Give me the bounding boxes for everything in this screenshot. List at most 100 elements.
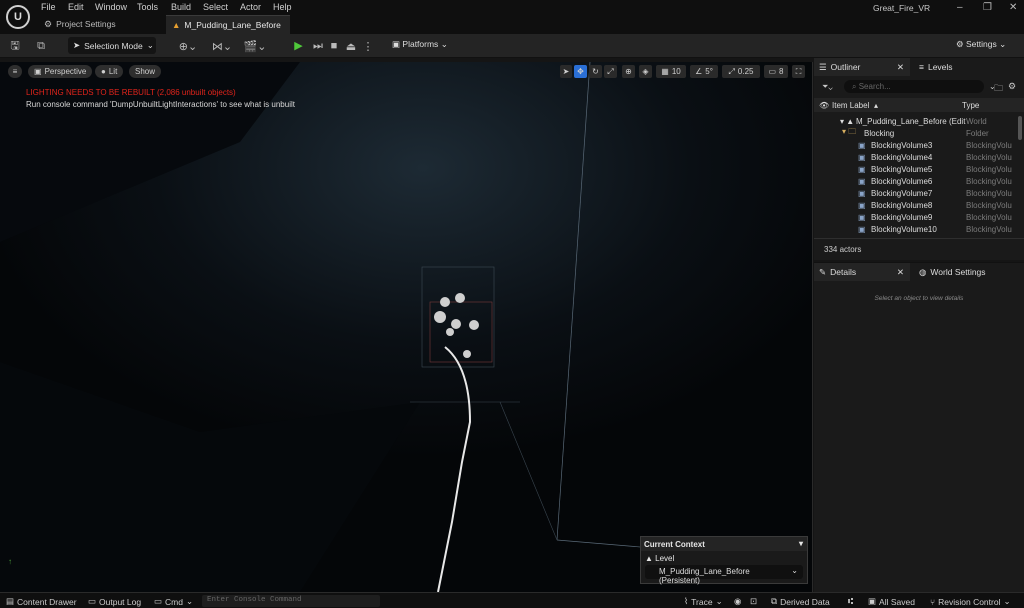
- item-label: BlockingVolume7: [871, 188, 933, 198]
- list-item[interactable]: ▣ BlockingVolume3 BlockingVolu: [814, 139, 1018, 151]
- settings-dropdown[interactable]: ⚙ Settings ⌄: [956, 39, 1006, 50]
- blueprint-icon[interactable]: ⋈⌄: [210, 38, 234, 54]
- chevron-down-icon: ⌄: [999, 39, 1007, 49]
- scale-snap[interactable]: ⤢ 0.25: [722, 65, 760, 78]
- stop-icon[interactable]: ■: [326, 38, 342, 54]
- item-label: M_Pudding_Lane_Before (Edit: [856, 116, 966, 126]
- perspective-button[interactable]: ▣ Perspective: [28, 65, 93, 78]
- menu-file[interactable]: File: [41, 2, 56, 12]
- tab-project-settings[interactable]: ⚙ Project Settings: [44, 16, 116, 32]
- blocking-volume-icon: ▣: [858, 200, 866, 210]
- console-input[interactable]: Enter Console Command: [202, 595, 380, 607]
- rotation-snap[interactable]: ∠ 5°: [690, 65, 718, 78]
- list-item[interactable]: ▣ BlockingVolume9 BlockingVolu: [814, 211, 1018, 223]
- menu-tools[interactable]: Tools: [137, 2, 158, 12]
- add-folder-icon[interactable]: 🗀: [994, 81, 1003, 97]
- scale-tool-icon[interactable]: ⤢: [604, 65, 617, 78]
- close-icon[interactable]: ✕: [897, 267, 904, 278]
- filter-icon[interactable]: ⏷⌄: [822, 82, 833, 92]
- menu-select[interactable]: Select: [203, 2, 228, 12]
- rotate-tool-icon[interactable]: ↻: [589, 65, 602, 78]
- content-browser-icon[interactable]: ⧉: [33, 38, 49, 54]
- selection-mode-dropdown[interactable]: ➤ Selection Mode ⌄: [68, 37, 156, 54]
- record-icon[interactable]: ◉: [734, 596, 741, 607]
- eject-icon[interactable]: ⏏: [343, 38, 359, 54]
- derived-data-button[interactable]: ⧉ Derived Data: [771, 596, 830, 607]
- item-label: BlockingVolume4: [871, 152, 933, 162]
- viewport-menu-icon[interactable]: ≡: [8, 65, 22, 78]
- more-options-icon[interactable]: ⋮: [360, 38, 376, 54]
- menu-actor[interactable]: Actor: [240, 2, 261, 12]
- add-actor-icon[interactable]: ⊕⌄: [176, 38, 200, 54]
- blocking-volume-icon: ▣: [858, 176, 866, 186]
- all-saved-button[interactable]: ▣ All Saved: [868, 596, 915, 607]
- platforms-dropdown[interactable]: ▣ Platforms ⌄: [392, 39, 448, 50]
- blocking-volume-icon: ▣: [858, 224, 866, 234]
- show-button[interactable]: Show: [129, 65, 162, 78]
- outliner-search-input[interactable]: ⌕ Search...: [844, 80, 984, 93]
- menu-edit[interactable]: Edit: [68, 2, 84, 12]
- tab-details[interactable]: ✎ Details ✕: [814, 263, 910, 281]
- context-header[interactable]: Current Context ▾: [641, 537, 807, 551]
- grid-snap[interactable]: ▦ 10: [656, 65, 686, 78]
- revision-control-button[interactable]: ⑂ Revision Control ⌄: [930, 596, 1011, 607]
- sphere-icon: ●: [101, 67, 106, 76]
- list-item[interactable]: ▣ BlockingVolume6 BlockingVolu: [814, 175, 1018, 187]
- context-level-dropdown[interactable]: M_Pudding_Lane_Before (Persistent) ⌄: [645, 565, 803, 585]
- surface-snap-icon[interactable]: ◈: [639, 65, 652, 78]
- close-icon[interactable]: ✕: [1009, 2, 1017, 13]
- globe-icon: ◍: [919, 266, 927, 277]
- list-item[interactable]: ▣ BlockingVolume10 BlockingVolu: [814, 223, 1018, 235]
- outliner-scrollbar[interactable]: [1018, 116, 1022, 140]
- level-viewport[interactable]: ↑ ≡ ▣ Perspective ● Lit Show LIGHTING NE…: [0, 62, 813, 592]
- drawer-icon: ▤: [6, 596, 15, 606]
- select-tool-icon[interactable]: ➤: [560, 65, 572, 78]
- divider: [814, 238, 1024, 239]
- tab-world-settings[interactable]: ◍ World Settings: [914, 263, 1024, 281]
- menu-build[interactable]: Build: [171, 2, 191, 12]
- item-label: BlockingVolume10: [871, 224, 937, 234]
- source-icon[interactable]: ⑆: [848, 596, 853, 606]
- lighting-hint: Run console command 'DumpUnbuiltLightInt…: [26, 100, 295, 109]
- col-item-label[interactable]: Item Label: [832, 101, 869, 110]
- list-item[interactable]: ▣ BlockingVolume5 BlockingVolu: [814, 163, 1018, 175]
- translate-tool-icon[interactable]: ✥: [574, 65, 587, 78]
- gear-icon[interactable]: ⚙: [1008, 81, 1016, 92]
- col-type[interactable]: Type: [962, 101, 979, 110]
- close-icon[interactable]: ✕: [897, 62, 904, 73]
- tab-outliner[interactable]: ☰ Outliner ✕: [814, 58, 910, 76]
- outliner-panel: ☰ Outliner ✕ ≡ Levels ⏷⌄ ⌕ Search... ⌄ 🗀…: [814, 58, 1024, 260]
- world-space-icon[interactable]: ⊕: [622, 65, 635, 78]
- blocking-volume-icon: ▣: [858, 152, 866, 162]
- menu-window[interactable]: Window: [95, 2, 127, 12]
- unreal-logo-icon[interactable]: U: [6, 5, 30, 29]
- lit-button[interactable]: ● Lit: [95, 65, 124, 78]
- step-icon[interactable]: ⏭: [310, 38, 326, 54]
- branch-icon: ⑂: [930, 596, 936, 607]
- visibility-icon[interactable]: 👁: [819, 101, 829, 110]
- camera-speed[interactable]: ▭ 8: [764, 65, 788, 78]
- item-type: BlockingVolu: [966, 164, 1012, 174]
- output-log-button[interactable]: ▭ Output Log: [88, 596, 141, 607]
- maximize-icon[interactable]: ❐: [983, 2, 992, 13]
- minimize-icon[interactable]: –: [957, 2, 963, 13]
- list-item[interactable]: ▾ 🗀 Blocking Folder: [814, 127, 1018, 139]
- maximize-viewport-icon[interactable]: ⛶: [792, 65, 805, 78]
- play-icon[interactable]: ▶: [290, 37, 307, 54]
- tab-level[interactable]: ▲ M_Pudding_Lane_Before: [166, 15, 290, 34]
- list-item[interactable]: ▣ BlockingVolume8 BlockingVolu: [814, 199, 1018, 211]
- tab-levels[interactable]: ≡ Levels: [914, 58, 1014, 76]
- content-drawer-button[interactable]: ▤ Content Drawer: [6, 596, 77, 607]
- cinematics-icon[interactable]: 🎬⌄: [243, 38, 267, 54]
- trace-dropdown[interactable]: ⌇ Trace ⌄: [684, 596, 723, 607]
- grid-snap-value: 10: [671, 67, 681, 76]
- list-item[interactable]: ▣ BlockingVolume4 BlockingVolu: [814, 151, 1018, 163]
- scale-snap-value: 0.25: [737, 67, 754, 76]
- outliner-column-header: 👁 Item Label ▴ Type: [814, 98, 1024, 112]
- list-item[interactable]: ▣ BlockingVolume7 BlockingVolu: [814, 187, 1018, 199]
- menu-help[interactable]: Help: [273, 2, 292, 12]
- tab-label: Details: [830, 267, 857, 277]
- screenshot-icon[interactable]: ⊡: [750, 596, 757, 607]
- cmd-dropdown[interactable]: ▭ Cmd ⌄: [154, 596, 193, 607]
- save-icon[interactable]: 🖫: [7, 38, 23, 54]
